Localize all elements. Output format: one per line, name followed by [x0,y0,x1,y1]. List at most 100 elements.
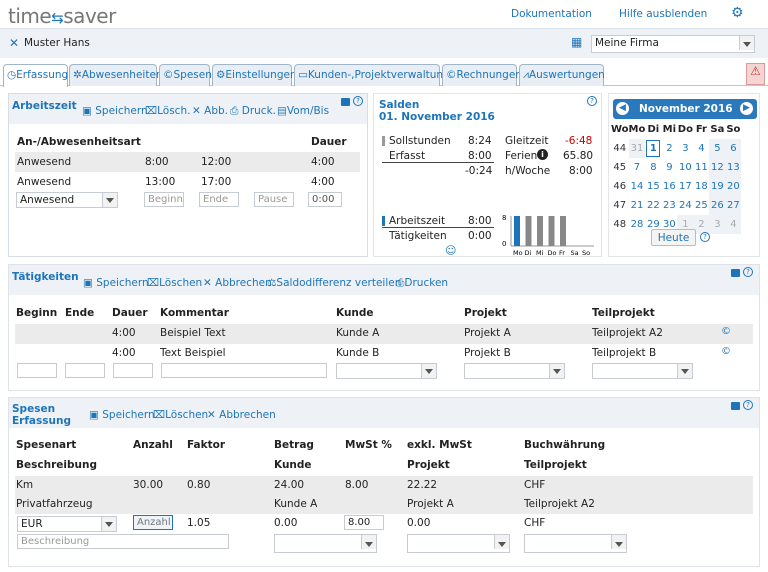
calendar-day[interactable]: 3 [677,139,694,158]
spesen-project-select[interactable] [407,534,510,553]
table-row[interactable]: 4:00 Text Beispiel Kunde B Projekt B Tei… [15,344,753,364]
coin-icon[interactable]: © [721,346,731,357]
table-row[interactable]: Anwesend 13:00 17:00 4:00 [15,172,360,192]
taetigkeiten-save-button[interactable]: ▣ Speichern [83,277,149,289]
activity-duration-field[interactable] [113,363,153,378]
distribute-balance-button[interactable]: ⚖Saldodifferenz verteilen [267,277,401,289]
coin-icon[interactable]: © [721,326,731,337]
activity-subproject-select[interactable] [592,363,693,379]
hide-help-link[interactable]: Hilfe ausblenden [619,8,707,20]
chevron-down-icon [106,198,114,203]
warning-button[interactable]: ⚠ [746,63,765,85]
calendar-day[interactable]: 13 [725,158,742,177]
pause-field[interactable]: Pause [254,192,294,207]
calendar-day[interactable]: 25 [693,196,710,215]
duration-field[interactable]: 0:00 [308,192,342,207]
tab-erfassung[interactable]: ◷Erfassung [3,64,68,87]
gear-icon[interactable]: ⚙ [731,5,744,21]
taetigkeiten-print-button[interactable]: ⎙Drucken [396,277,448,290]
calendar-day[interactable]: 4 [693,139,710,158]
activity-customer-select[interactable] [336,363,437,379]
calendar-weekday-header: Fr [695,124,707,135]
x-axis-tick-label: Sa [571,249,579,257]
calendar-day[interactable]: 26 [709,196,726,215]
calendar-day[interactable]: 4 [725,215,742,234]
app-logo[interactable]: time⇆saver [8,4,116,28]
calendar-day[interactable]: 19 [709,177,726,196]
tab-abwesenheiten[interactable]: ✲Abwesenheiten [69,64,163,86]
calendar-month-title: November 2016 [639,103,733,115]
calendar-day[interactable]: 6 [725,139,742,158]
calendar-day[interactable]: 7 [628,158,646,177]
arbeitszeit-range-button[interactable]: ▤Vom/Bis [277,105,329,117]
tab-einstellungen[interactable]: ⚙Einstellungen [212,64,297,86]
arbeitszeit-print-button[interactable]: ⎙ Druck. [230,105,276,118]
calendar-day[interactable]: 18 [693,177,710,196]
tab-rechnungen[interactable]: ©Rechnungen [442,64,522,86]
calendar-day[interactable]: 23 [661,196,678,215]
taetigkeiten-cancel-button[interactable]: ✕ Abbrechen [203,277,272,289]
calendar-day[interactable]: 3 [709,215,726,234]
activity-project-select[interactable] [464,363,565,379]
calendar-day[interactable]: 17 [677,177,694,196]
calendar-day[interactable]: 27 [725,196,742,215]
calendar-day[interactable]: 31 [628,139,646,158]
next-month-button[interactable]: ▶ [740,102,753,115]
prev-month-button[interactable]: ◀ [616,102,629,115]
help-icon[interactable]: ? [743,400,753,410]
mwst-field[interactable]: 8.00 [344,515,384,530]
calendar-day[interactable]: 21 [628,196,646,215]
arbeitszeit-delete-button[interactable]: ⌧Lösch. [145,105,190,117]
calendar-day[interactable]: 9 [661,158,678,177]
arbeitszeit-cancel-button[interactable]: ✕ Abb. [192,105,228,117]
table-row[interactable]: Anwesend 8:00 12:00 4:00 [15,152,360,172]
tab-auswertungen[interactable]: ⩘Auswertungen [519,64,605,86]
company-select[interactable]: Meine Firma [591,35,755,53]
info-icon[interactable]: i [537,149,548,160]
begin-field[interactable]: Beginn [144,192,184,207]
activity-begin-field[interactable] [17,363,57,378]
delete-icon: ⌧ [145,105,158,117]
calendar-day[interactable]: 8 [645,158,662,177]
anzahl-field[interactable]: Anzahl [133,515,173,530]
help-icon[interactable]: ? [743,267,753,277]
calendar-day[interactable]: 15 [645,177,662,196]
help-icon[interactable]: ? [587,96,597,106]
today-button[interactable]: Heute [651,229,696,246]
calendar-day[interactable]: 24 [677,196,694,215]
spesen-save-button[interactable]: ▣ Speichern [89,409,155,421]
calendar-day[interactable]: 16 [661,177,678,196]
calendar-day[interactable]: 2 [661,139,678,158]
calendar-day[interactable]: 20 [725,177,742,196]
calendar-day[interactable]: 12 [709,158,726,177]
collapse-icon[interactable] [731,402,740,410]
help-icon[interactable]: ? [353,96,363,106]
taetigkeiten-delete-button[interactable]: ⌧Löschen [147,277,202,289]
activity-comment-field[interactable] [161,363,327,378]
tab-spesen[interactable]: ©Spesen [159,64,212,86]
calendar-day[interactable]: 14 [628,177,646,196]
table-row[interactable]: 4:00 Beispiel Text Kunde A Projekt A Tei… [15,324,753,344]
calendar-day[interactable]: 5 [709,139,726,158]
calendar-day[interactable]: 1 [645,139,662,158]
spesen-customer-select[interactable] [274,534,377,553]
collapse-icon[interactable] [341,98,350,106]
table-row[interactable]: Km 30.00 0.80 24.00 8.00 22.22 CHF Priva… [15,476,753,514]
collapse-icon[interactable] [731,269,740,277]
calendar-day[interactable]: 22 [645,196,662,215]
arbeitszeit-save-button[interactable]: ▣ Speichern [82,105,148,117]
spesen-cancel-button[interactable]: ✕ Abbrechen [207,409,276,421]
spesen-subproject-select[interactable] [524,534,627,553]
calendar-day[interactable]: 28 [628,215,646,234]
spesen-delete-button[interactable]: ⌧Löschen [153,409,208,421]
documentation-link[interactable]: Dokumentation [511,8,592,20]
currency-select[interactable]: EUR [17,516,117,532]
beschreibung-field[interactable]: Beschreibung [17,534,229,549]
tab-kunden-projektverwaltung[interactable]: ▭Kunden-,Projektverwaltung [294,64,450,86]
activity-end-field[interactable] [65,363,105,378]
calendar-day[interactable]: 10 [677,158,694,177]
end-field[interactable]: Ende [199,192,239,207]
calendar-day[interactable]: 11 [693,158,710,177]
absence-type-select[interactable]: Anwesend [16,192,118,208]
help-icon[interactable]: ? [700,232,710,242]
